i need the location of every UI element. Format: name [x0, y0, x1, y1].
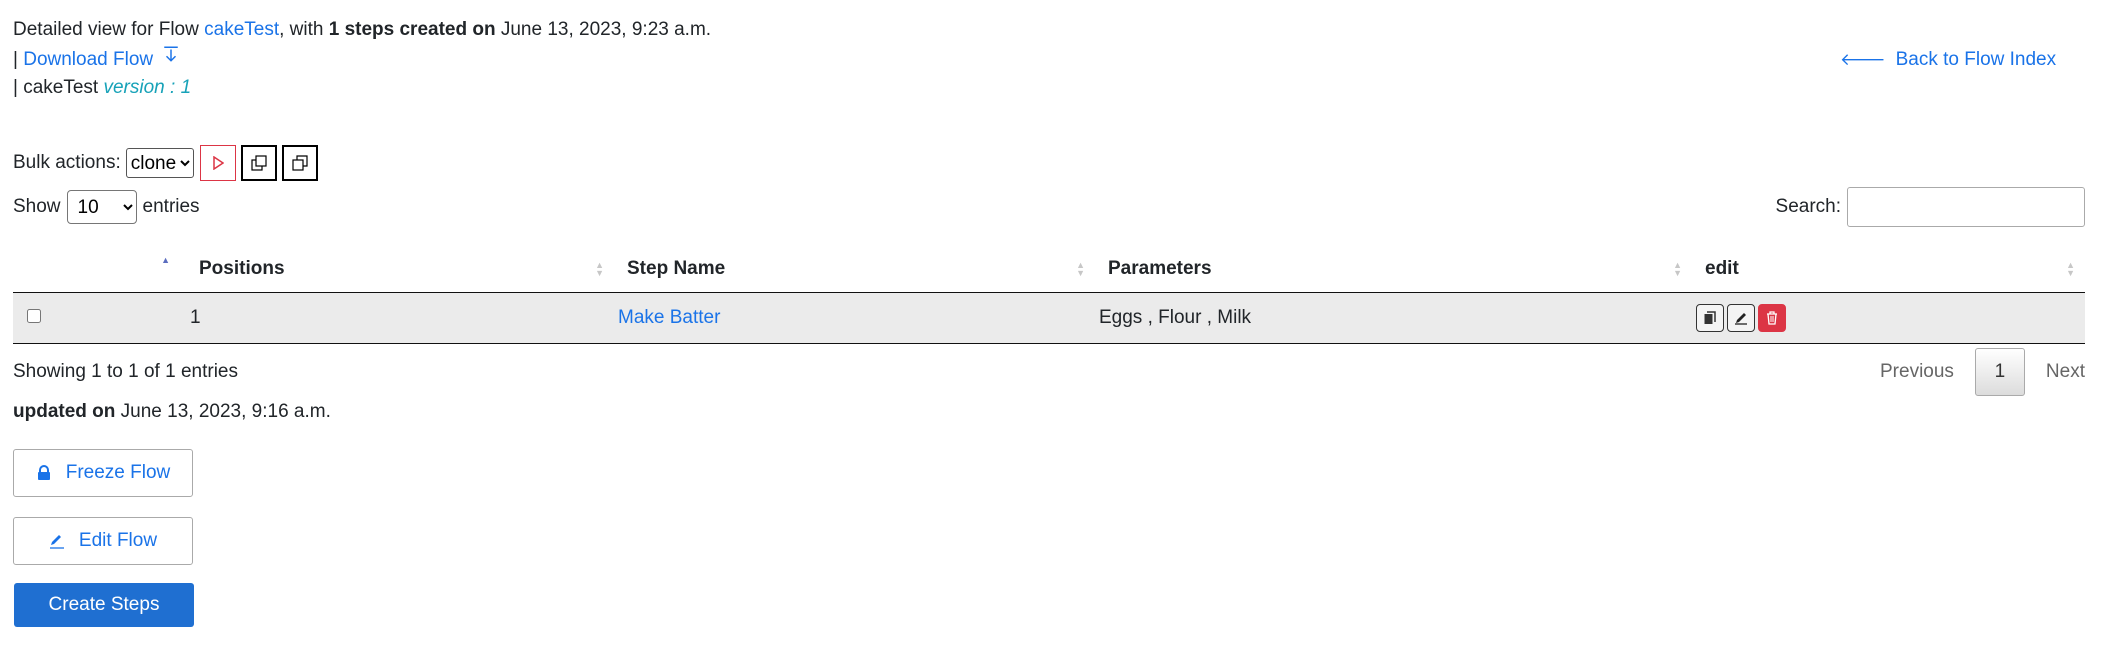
lock-icon: [37, 465, 50, 480]
create-steps-button[interactable]: Create Steps: [14, 583, 194, 627]
search-input[interactable]: [1847, 187, 2085, 227]
version-label: version : 1: [103, 77, 192, 98]
table-info: Showing 1 to 1 of 1 entries: [13, 361, 238, 382]
sort-icon: ▲ ▼: [1076, 260, 1085, 278]
column-header-step-name[interactable]: Step Name ▲ ▼: [614, 246, 1095, 293]
row-checkbox[interactable]: [27, 309, 41, 323]
sort-icon: ▲ ▼: [1673, 260, 1682, 278]
column-header-parameters[interactable]: Parameters ▲ ▼: [1095, 246, 1692, 293]
version-line: | cakeTest version : 1: [13, 77, 192, 98]
step-name-link[interactable]: Make Batter: [618, 307, 720, 328]
steps-table: ▲ Positions ▲ ▼ Step Name ▲ ▼ Parameters ▲ ▼ e…: [13, 246, 2085, 344]
row-parameters: Eggs , Flour , Milk: [1095, 292, 1692, 344]
download-line: | Download Flow: [13, 45, 180, 74]
pencil-icon: [1735, 313, 1747, 325]
delete-step-button[interactable]: [1758, 304, 1786, 332]
page-1-button[interactable]: 1: [1974, 348, 2025, 396]
sort-icon: ▲ ▼: [595, 260, 604, 278]
next-page-button[interactable]: Next: [2046, 361, 2085, 383]
flow-intro: Detailed view for Flow cakeTest, with 1 …: [13, 19, 712, 40]
back-to-index-link[interactable]: 🡐 Back to Flow Index: [1840, 46, 2056, 74]
column-header-edit[interactable]: edit ▲ ▼: [1692, 246, 2085, 293]
pagination: Previous 1 Next: [1859, 348, 2085, 396]
edit-flow-button[interactable]: Edit Flow: [13, 517, 193, 565]
copy-step-button[interactable]: [1696, 304, 1724, 332]
copy-icon: [1704, 311, 1716, 324]
table-search: Search:: [1776, 187, 2085, 227]
sort-asc-icon: ▲: [161, 255, 170, 265]
freeze-flow-button[interactable]: Freeze Flow: [13, 449, 193, 497]
edit-step-button[interactable]: [1727, 304, 1755, 332]
updated-on: updated on June 13, 2023, 9:16 a.m.: [13, 401, 331, 422]
bulk-action-select[interactable]: clone: [125, 148, 194, 178]
copy-icon: [292, 155, 308, 171]
pencil-icon: [49, 535, 64, 549]
row-position: 1: [186, 292, 614, 344]
table-row: 1 Make Batter Eggs , Flour , Milk: [13, 292, 2085, 344]
download-flow-link[interactable]: Download Flow: [23, 46, 180, 70]
column-header-positions[interactable]: Positions ▲ ▼: [186, 246, 614, 293]
table-header-row: ▲ Positions ▲ ▼ Step Name ▲ ▼ Parameters ▲ ▼ e…: [13, 246, 2085, 293]
clone-selected-button[interactable]: [240, 145, 277, 181]
bulk-actions: Bulk actions: clone: [13, 144, 323, 182]
page-length-select[interactable]: 10: [66, 190, 137, 224]
play-icon: [212, 156, 224, 170]
page-length-control: Show 10 entries: [13, 190, 200, 224]
clone-icon: [251, 155, 267, 171]
row-actions: [1692, 292, 2085, 344]
run-bulk-button[interactable]: [199, 145, 236, 181]
sort-icon: ▲ ▼: [2066, 260, 2075, 278]
trash-icon: [1767, 311, 1777, 325]
flow-name-link[interactable]: cakeTest: [204, 19, 279, 40]
bulk-actions-label: Bulk actions:: [13, 152, 121, 173]
arrow-left-icon: 🡐: [1840, 50, 1886, 69]
column-header-select[interactable]: ▲: [13, 246, 186, 293]
previous-page-button[interactable]: Previous: [1880, 361, 1954, 383]
download-icon: [164, 46, 179, 62]
copy-selected-button[interactable]: [281, 145, 318, 181]
